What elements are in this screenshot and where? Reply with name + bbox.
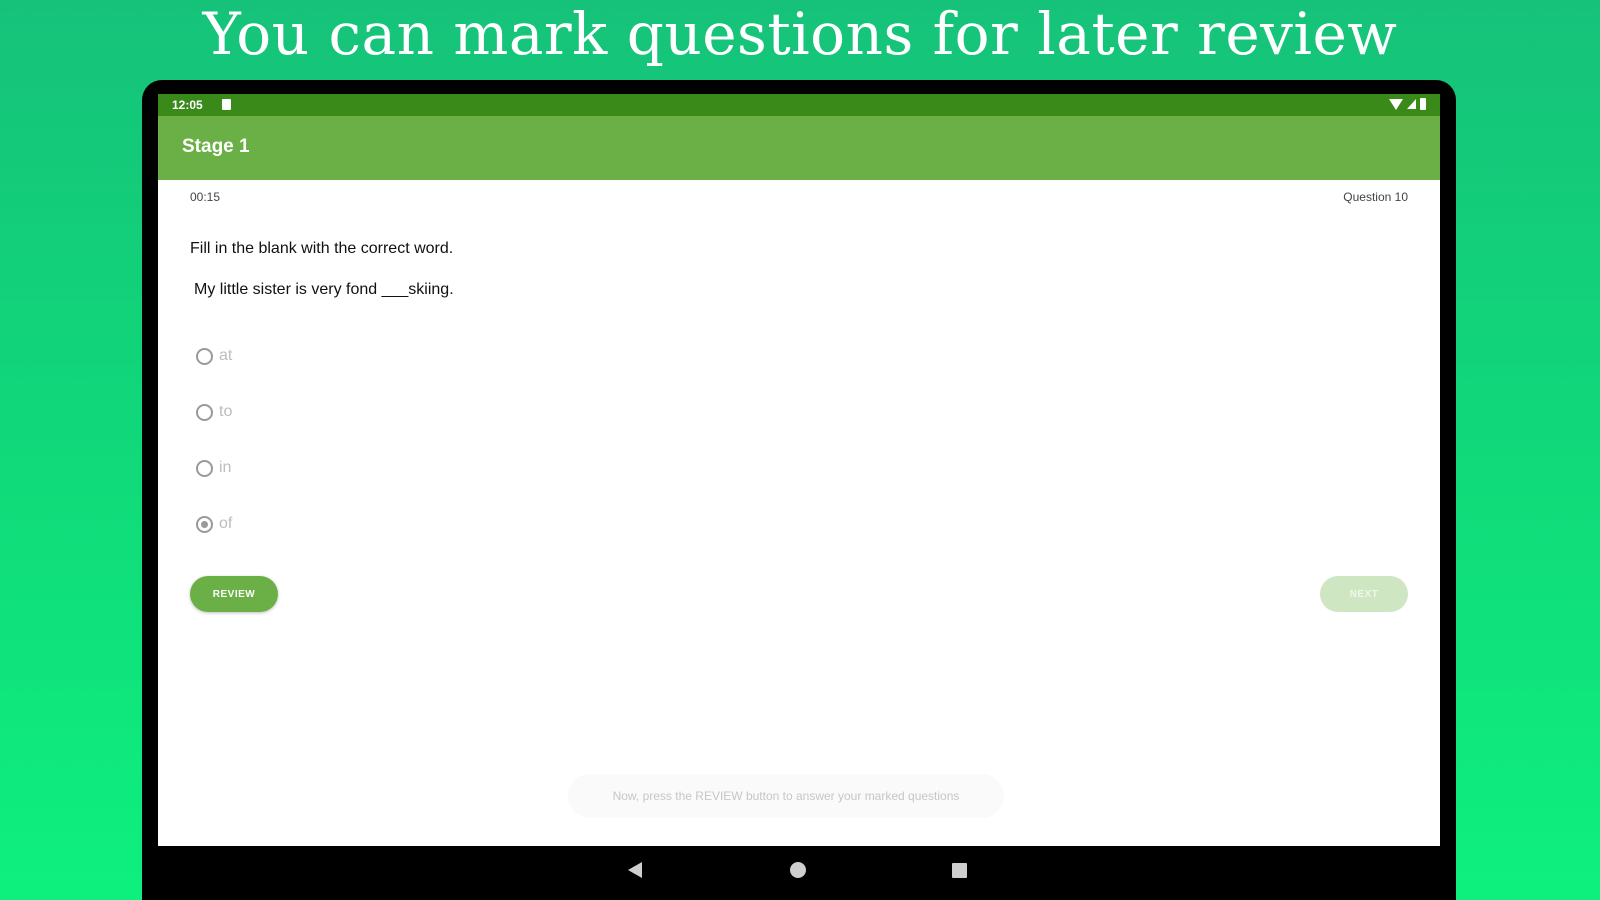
option-at[interactable]: at	[196, 328, 232, 384]
option-label: of	[219, 515, 233, 532]
page-title: Stage 1	[182, 136, 250, 157]
toast-message: Now, press the REVIEW button to answer y…	[568, 774, 1004, 818]
recents-square-icon[interactable]	[952, 863, 967, 878]
home-circle-icon[interactable]	[790, 862, 806, 878]
option-to[interactable]: to	[196, 384, 232, 440]
timer: 00:15	[190, 190, 221, 204]
status-indicators	[1389, 98, 1426, 110]
radio-button-selected[interactable]	[196, 515, 213, 533]
option-of[interactable]: of	[196, 496, 232, 552]
next-button[interactable]: NEXT	[1320, 576, 1408, 612]
option-in[interactable]: in	[196, 440, 232, 496]
radio-button[interactable]	[196, 403, 213, 421]
option-label: at	[219, 347, 233, 364]
wifi-icon	[1389, 98, 1403, 110]
sd-card-icon	[222, 99, 231, 110]
back-triangle-icon[interactable]	[628, 862, 642, 878]
app-bar: Stage 1	[158, 116, 1440, 180]
battery-icon	[1420, 98, 1426, 110]
review-button[interactable]: REVIEW	[190, 576, 278, 612]
system-nav-bar	[158, 846, 1440, 900]
status-bar: 12:05	[158, 94, 1440, 116]
tablet-frame: 12:05 Stage 1 00:15 Question 10 Fill in …	[142, 80, 1456, 900]
question-instruction: Fill in the blank with the correct word.	[190, 240, 454, 257]
question-counter: Question 10	[1343, 190, 1408, 204]
answer-options: at to in of	[196, 328, 232, 552]
radio-button[interactable]	[196, 459, 213, 477]
option-label: in	[219, 459, 232, 476]
app-screen: 12:05 Stage 1 00:15 Question 10 Fill in …	[158, 94, 1440, 846]
signal-icon	[1407, 99, 1416, 109]
question-text: My little sister is very fond ___skiing.	[194, 281, 454, 298]
status-time: 12:05	[172, 98, 203, 112]
option-label: to	[219, 403, 233, 420]
promo-headline: You can mark questions for later review	[202, 0, 1398, 68]
radio-button[interactable]	[196, 347, 213, 365]
